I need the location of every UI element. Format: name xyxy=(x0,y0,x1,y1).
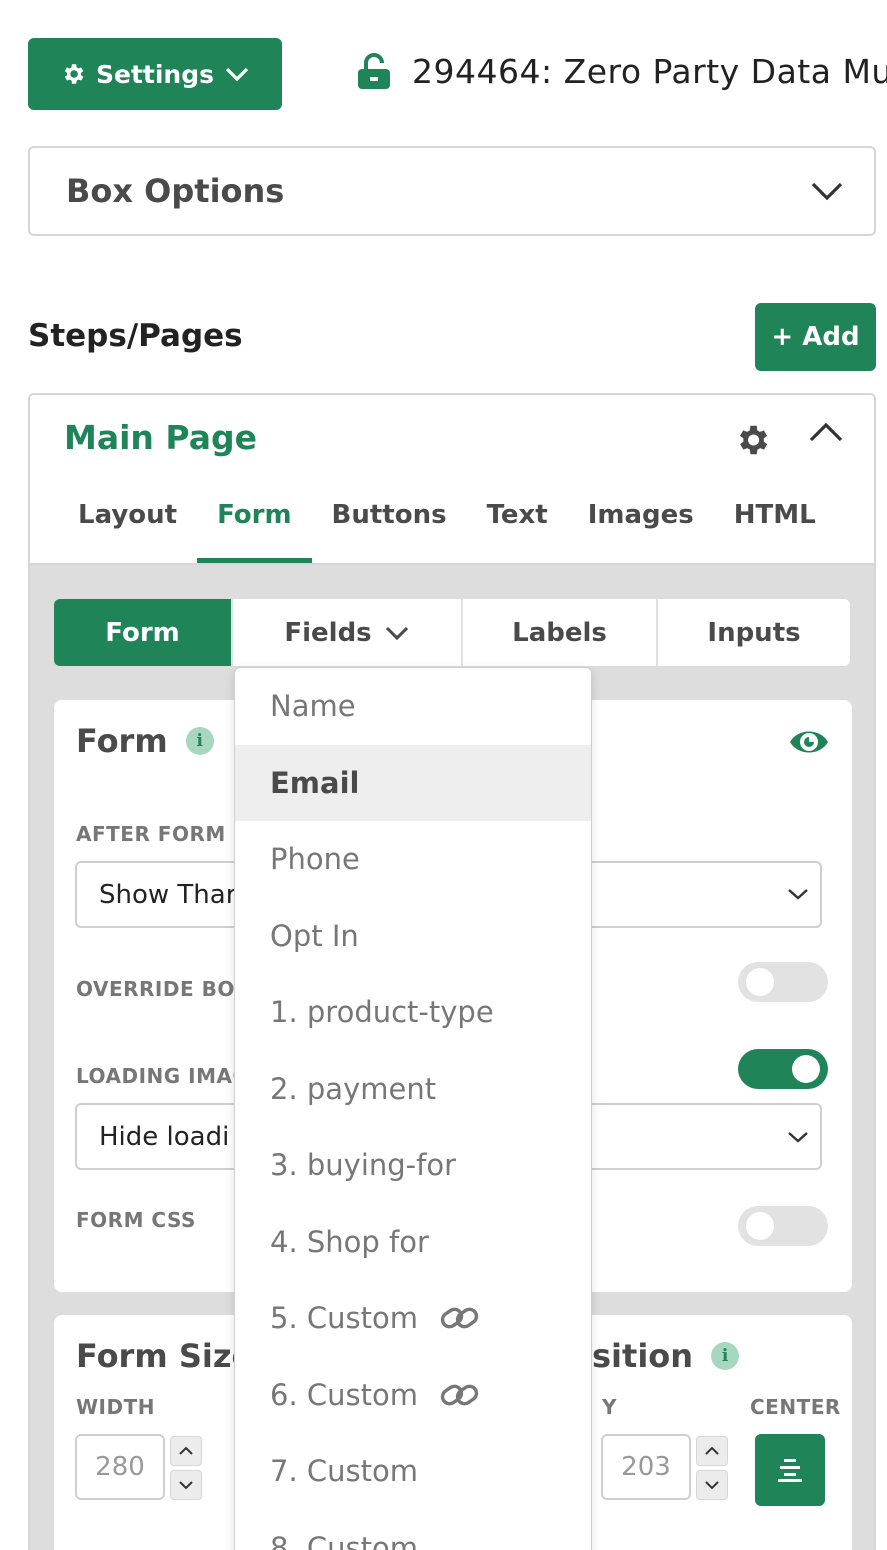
y-stepper[interactable] xyxy=(696,1436,728,1500)
tab-form[interactable]: Form xyxy=(197,500,313,564)
info-icon[interactable]: i xyxy=(185,727,214,755)
chevron-down-icon xyxy=(225,67,249,82)
subtab-form[interactable]: Form xyxy=(54,599,233,666)
form-css-toggle[interactable] xyxy=(738,1206,828,1246)
toggle-knob xyxy=(746,1212,774,1240)
position-title: sition i xyxy=(592,1337,740,1375)
tab-html[interactable]: HTML xyxy=(714,500,836,564)
chevron-up-icon[interactable] xyxy=(170,1436,202,1466)
align-center-icon xyxy=(778,1459,802,1482)
dropdown-item[interactable]: 5. Custom xyxy=(235,1280,591,1357)
dropdown-item[interactable]: Name xyxy=(235,668,591,745)
loading-image-label: LOADING IMAG xyxy=(76,1064,250,1088)
width-label: WIDTH xyxy=(76,1395,155,1419)
chevron-down-icon[interactable] xyxy=(696,1470,728,1500)
settings-label: Settings xyxy=(95,59,214,89)
toggle-knob xyxy=(746,968,774,996)
tab-images[interactable]: Images xyxy=(568,500,714,564)
dropdown-item[interactable]: Opt In xyxy=(235,898,591,975)
dropdown-item[interactable]: Phone xyxy=(235,821,591,898)
form-css-label: FORM CSS xyxy=(76,1208,196,1232)
link-icon xyxy=(440,1384,479,1406)
chevron-up-icon[interactable] xyxy=(696,1436,728,1466)
page-settings-icon[interactable] xyxy=(733,421,771,463)
dropdown-item[interactable]: 6. Custom xyxy=(235,1357,591,1434)
chevron-down-icon xyxy=(786,886,810,906)
gear-icon xyxy=(64,64,84,84)
box-options-accordion[interactable]: Box Options xyxy=(28,146,876,236)
steps-title: Steps/Pages xyxy=(28,318,243,354)
settings-button[interactable]: Settings xyxy=(28,38,282,110)
fields-dropdown-menu: Name Email Phone Opt In 1. product-type … xyxy=(234,667,592,1550)
info-icon[interactable]: i xyxy=(711,1342,740,1370)
subtab-inputs[interactable]: Inputs xyxy=(658,599,850,666)
subtab-labels[interactable]: Labels xyxy=(463,599,658,666)
chevron-down-icon xyxy=(385,626,408,640)
width-input[interactable]: 280 xyxy=(75,1434,165,1500)
campaign-title: 294464: Zero Party Data Mu xyxy=(412,52,887,91)
center-align-button[interactable] xyxy=(755,1434,825,1506)
eye-icon[interactable] xyxy=(788,722,830,766)
campaign-title-row: 294464: Zero Party Data Mu xyxy=(356,52,887,91)
dropdown-item[interactable]: Email xyxy=(235,744,591,821)
form-size-title: Form Size xyxy=(76,1337,254,1375)
dropdown-item[interactable]: 2. payment xyxy=(235,1051,591,1128)
override-box-label: OVERRIDE BOX xyxy=(76,977,251,1001)
add-step-button[interactable]: + Add xyxy=(755,303,876,371)
chevron-down-icon xyxy=(786,1129,810,1149)
page-tabs: Layout Form Buttons Text Images HTML xyxy=(58,500,836,564)
chevron-down-icon[interactable] xyxy=(170,1470,202,1500)
dropdown-item[interactable]: 3. buying-for xyxy=(235,1127,591,1204)
dropdown-item[interactable]: 1. product-type xyxy=(235,974,591,1051)
after-submit-label: AFTER FORM S xyxy=(76,822,249,846)
dropdown-item[interactable]: 7. Custom xyxy=(235,1433,591,1510)
chevron-down-icon xyxy=(811,182,843,201)
y-input[interactable]: 203 xyxy=(601,1434,691,1500)
center-label: CENTER xyxy=(750,1395,841,1419)
tab-buttons[interactable]: Buttons xyxy=(312,500,467,564)
y-label: Y xyxy=(602,1395,617,1419)
tab-layout[interactable]: Layout xyxy=(58,500,197,564)
loading-image-toggle[interactable] xyxy=(738,1049,828,1089)
main-page-title: Main Page xyxy=(64,418,257,457)
toggle-knob xyxy=(792,1055,820,1083)
override-box-toggle[interactable] xyxy=(738,962,828,1002)
form-subtabs: Form Fields Labels Inputs xyxy=(54,599,850,666)
form-card-title: Form i xyxy=(76,722,214,760)
dropdown-item[interactable]: 4. Shop for xyxy=(235,1204,591,1281)
collapse-page-icon[interactable] xyxy=(808,420,844,448)
width-stepper[interactable] xyxy=(170,1436,202,1500)
dropdown-item[interactable]: 8. Custom xyxy=(235,1510,591,1550)
box-options-label: Box Options xyxy=(66,172,285,210)
tab-text[interactable]: Text xyxy=(467,500,568,564)
unlock-icon xyxy=(358,52,390,89)
subtab-fields[interactable]: Fields xyxy=(233,599,463,666)
link-icon xyxy=(440,1307,479,1329)
